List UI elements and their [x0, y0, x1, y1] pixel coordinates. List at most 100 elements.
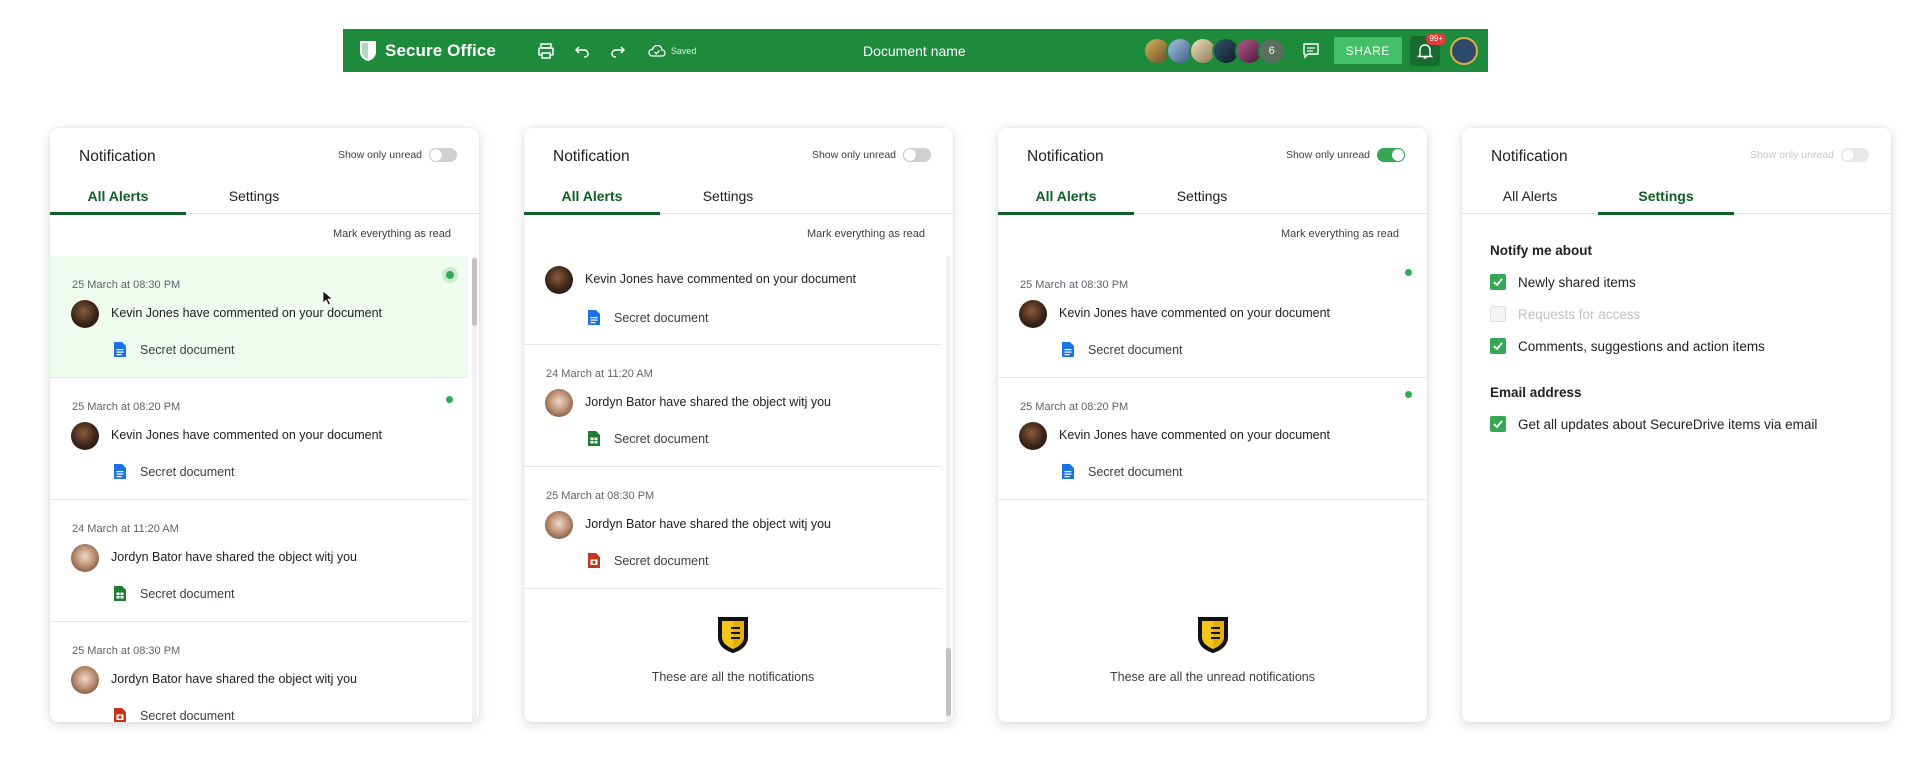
print-button[interactable] [534, 39, 558, 63]
list-item[interactable]: 25 March at 08:30 PM Jordyn Bator have s… [524, 467, 942, 589]
timestamp: 24 March at 11:20 AM [72, 523, 179, 535]
document-link[interactable]: Secret document [588, 431, 709, 446]
notification-text: Kevin Jones have commented on your docum… [585, 272, 856, 286]
mark-all-read-link[interactable]: Mark everything as read [1281, 228, 1399, 240]
show-unread-toggle[interactable] [1841, 148, 1869, 162]
scrollbar[interactable] [946, 256, 951, 722]
tab-all-alerts[interactable]: All Alerts [524, 184, 660, 215]
collaborator-avatars[interactable]: 6 [1142, 36, 1286, 65]
toggle-label: Show only unread [1749, 149, 1834, 161]
notify-heading: Notify me about [1490, 243, 1593, 258]
brand-name: Secure Office [385, 40, 496, 60]
user-avatar[interactable] [1450, 36, 1478, 65]
scrollbar[interactable] [472, 256, 477, 722]
timestamp: 25 March at 08:30 PM [72, 279, 181, 291]
panel-title: Notification [1491, 148, 1568, 165]
document-link[interactable]: Secret document [1062, 464, 1183, 479]
show-unread-toggle[interactable] [429, 148, 457, 162]
end-message: These are all the notifications [651, 670, 815, 684]
mark-all-read-link[interactable]: Mark everything as read [333, 228, 451, 240]
avatar [545, 389, 573, 417]
checkbox-checked[interactable] [1490, 338, 1506, 354]
checkbox-checked[interactable] [1490, 274, 1506, 290]
checkbox-unchecked[interactable] [1490, 306, 1506, 322]
unread-indicator[interactable] [446, 396, 453, 403]
doc-file-icon [114, 342, 126, 357]
tab-settings[interactable]: Settings [1598, 184, 1734, 215]
list-item[interactable]: 25 March at 08:30 PM Kevin Jones have co… [998, 256, 1427, 378]
timestamp: 24 March at 11:20 AM [546, 368, 653, 380]
tab-all-alerts[interactable]: All Alerts [998, 184, 1134, 215]
undo-button[interactable] [570, 39, 594, 63]
notification-panel-unread: Notification Show only unread All Alerts… [998, 128, 1427, 722]
tab-settings[interactable]: Settings [186, 184, 322, 214]
tab-bar: All Alerts Settings [50, 184, 479, 215]
notification-panel-scrolled: Notification Show only unread All Alerts… [524, 128, 953, 722]
option-comments[interactable]: Comments, suggestions and action items [1490, 338, 1765, 354]
doc-file-icon [1062, 464, 1074, 479]
more-collaborators-count[interactable]: 6 [1257, 36, 1286, 65]
brand-logo[interactable]: Secure Office [359, 40, 496, 62]
document-link[interactable]: Secret document [114, 586, 235, 601]
document-link[interactable]: Secret document [1062, 342, 1183, 357]
list-item[interactable]: 25 March at 08:30 PM Kevin Jones have co… [50, 256, 468, 378]
checkbox-checked[interactable] [1490, 416, 1506, 432]
option-requests-access[interactable]: Requests for access [1490, 306, 1640, 322]
list-item[interactable]: 24 March at 11:20 AM Jordyn Bator have s… [50, 500, 468, 622]
check-icon [1493, 278, 1503, 287]
option-newly-shared[interactable]: Newly shared items [1490, 274, 1636, 290]
document-name: Secret document [140, 586, 235, 601]
mark-all-read-link[interactable]: Mark everything as read [807, 228, 925, 240]
document-link[interactable]: Secret document [588, 310, 709, 325]
notification-text: Jordyn Bator have shared the object witj… [111, 550, 357, 564]
show-unread-toggle[interactable] [903, 148, 931, 162]
notification-text: Jordyn Bator have shared the object witj… [585, 395, 831, 409]
notification-text: Kevin Jones have commented on your docum… [1059, 428, 1330, 442]
list-item[interactable]: 25 March at 08:20 PM Kevin Jones have co… [50, 378, 468, 500]
list-item[interactable]: 25 March at 08:20 PM Kevin Jones have co… [998, 378, 1427, 500]
slides-file-icon [588, 553, 600, 568]
tab-settings[interactable]: Settings [660, 184, 796, 214]
tab-all-alerts[interactable]: All Alerts [50, 184, 186, 215]
comments-button[interactable] [1298, 38, 1324, 64]
doc-file-icon [1062, 342, 1074, 357]
sheet-file-icon [114, 586, 126, 601]
timestamp: 25 March at 08:20 PM [72, 401, 181, 413]
mouse-cursor-icon [322, 290, 334, 306]
toggle-label: Show only unread [337, 149, 422, 161]
shield-logo-icon [360, 40, 376, 61]
timestamp: 25 March at 08:20 PM [1020, 401, 1129, 413]
end-of-list: These are all the notifications [524, 616, 942, 684]
list-item[interactable]: 24 March at 11:20 AM Jordyn Bator have s… [524, 345, 942, 467]
document-name: Secret document [614, 310, 709, 325]
option-email-updates[interactable]: Get all updates about SecureDrive items … [1490, 416, 1817, 432]
shield-logo-icon [1197, 617, 1228, 653]
notification-text: Kevin Jones have commented on your docum… [111, 306, 382, 320]
check-icon [1493, 342, 1503, 351]
notifications-button[interactable]: 99+ [1410, 32, 1446, 66]
avatar [71, 544, 99, 572]
unread-indicator[interactable] [1405, 269, 1412, 276]
timestamp: 25 March at 08:30 PM [72, 645, 181, 657]
document-name[interactable]: Document name [863, 43, 966, 59]
document-name: Secret document [614, 431, 709, 446]
cloud-check-icon [648, 44, 666, 57]
document-link[interactable]: Secret document [114, 464, 235, 479]
redo-button[interactable] [606, 39, 630, 63]
tab-settings[interactable]: Settings [1134, 184, 1270, 214]
document-link[interactable]: Secret document [588, 553, 709, 568]
show-unread-toggle[interactable] [1377, 148, 1405, 162]
tab-all-alerts[interactable]: All Alerts [1462, 184, 1598, 214]
list-item[interactable]: Kevin Jones have commented on your docum… [524, 256, 942, 345]
share-button[interactable]: SHARE [1333, 37, 1402, 64]
timestamp: 25 March at 08:30 PM [546, 490, 655, 502]
document-link[interactable]: Secret document [114, 708, 235, 722]
option-label: Comments, suggestions and action items [1518, 338, 1765, 354]
document-link[interactable]: Secret document [114, 342, 235, 357]
unread-indicator[interactable] [442, 267, 458, 283]
list-item[interactable]: 25 March at 08:30 PM Jordyn Bator have s… [50, 622, 468, 722]
notification-text: Kevin Jones have commented on your docum… [1059, 306, 1330, 320]
option-label: Newly shared items [1518, 274, 1636, 290]
undo-icon [574, 45, 589, 58]
unread-indicator[interactable] [1405, 391, 1412, 398]
